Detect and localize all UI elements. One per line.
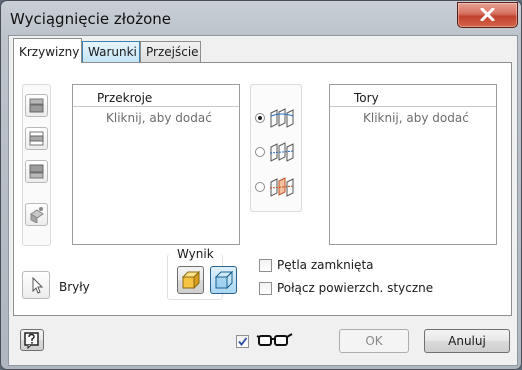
- section-add-button[interactable]: [25, 94, 48, 117]
- auto-map-icon: [30, 207, 44, 223]
- rails-list[interactable]: Tory Kliknij, aby dodać: [329, 84, 497, 245]
- tab-panel: Przekroje Kliknij, aby dodać Tory Klikni…: [13, 62, 512, 316]
- section-remove-button[interactable]: [25, 160, 48, 183]
- section-remove-icon: [29, 164, 44, 179]
- title-bar[interactable]: Wyciągnięcie złożone: [1, 1, 521, 37]
- cancel-button[interactable]: Anuluj: [424, 329, 510, 353]
- sections-list[interactable]: Przekroje Kliknij, aby dodać: [72, 84, 240, 245]
- section-insert-button[interactable]: [25, 127, 48, 150]
- sections-list-header: Przekroje: [97, 91, 153, 105]
- surface-box-icon: [214, 270, 234, 290]
- cancel-button-label: Anuluj: [448, 334, 486, 348]
- auto-map-button[interactable]: [25, 203, 48, 226]
- center-line-mode-radio[interactable]: [255, 147, 265, 157]
- solid-output-button[interactable]: [177, 266, 204, 294]
- center-line-loft-icon: [269, 142, 295, 162]
- help-icon: [24, 332, 39, 349]
- dialog-client: Krzywizny Warunki Przejście Przekroje Kl…: [8, 35, 518, 366]
- section-add-icon: [29, 98, 44, 113]
- solid-box-icon: [181, 270, 201, 290]
- rails-loft-icon: [270, 108, 294, 128]
- merge-tangent-checkbox[interactable]: [259, 282, 272, 295]
- preview-glasses: [256, 331, 294, 349]
- section-tools: [22, 84, 51, 246]
- area-loft-mode-option[interactable]: [255, 176, 299, 200]
- ok-button[interactable]: OK: [339, 329, 409, 353]
- rails-list-header: Tory: [354, 91, 379, 105]
- loft-mode-group: [250, 84, 302, 212]
- center-line-mode-option[interactable]: [255, 141, 299, 165]
- tab-label: Warunki: [88, 45, 137, 59]
- tab-warunki[interactable]: Warunki: [82, 41, 140, 62]
- section-insert-icon: [29, 131, 44, 146]
- close-button[interactable]: [457, 2, 518, 28]
- dialog-window: Wyciągnięcie złożone Krzywizny Warunki P…: [0, 0, 522, 370]
- closed-loop-checkbox[interactable]: [259, 259, 272, 272]
- checkmark-icon: [238, 337, 248, 346]
- surface-output-button[interactable]: [210, 266, 237, 294]
- rails-mode-option[interactable]: [255, 107, 299, 131]
- ok-button-label: OK: [365, 334, 383, 348]
- solids-label: Bryły: [59, 280, 90, 294]
- rails-mode-radio[interactable]: [255, 113, 265, 123]
- merge-tangent-label: Połącz powierzch. styczne: [277, 281, 434, 295]
- tab-label: Przejście: [146, 45, 199, 59]
- preview-checkbox[interactable]: [236, 335, 249, 348]
- window-title: Wyciągnięcie złożone: [10, 10, 171, 28]
- area-loft-icon: [269, 177, 295, 197]
- closed-loop-label: Pętla zamknięta: [277, 258, 374, 272]
- solids-select-button[interactable]: [22, 271, 50, 299]
- close-icon: [480, 8, 495, 21]
- glasses-icon: [256, 333, 293, 346]
- area-loft-mode-radio[interactable]: [255, 182, 265, 192]
- rails-list-placeholder[interactable]: Kliknij, aby dodać: [363, 111, 469, 125]
- tab-przejscie[interactable]: Przejście: [140, 41, 201, 62]
- tab-krzywizny[interactable]: Krzywizny: [13, 38, 82, 63]
- help-button[interactable]: [20, 329, 44, 351]
- list-divider: [73, 106, 239, 107]
- cursor-arrow-icon: [32, 276, 44, 294]
- list-divider: [330, 106, 496, 107]
- tab-label: Krzywizny: [19, 45, 80, 59]
- sections-list-placeholder[interactable]: Kliknij, aby dodać: [106, 111, 212, 125]
